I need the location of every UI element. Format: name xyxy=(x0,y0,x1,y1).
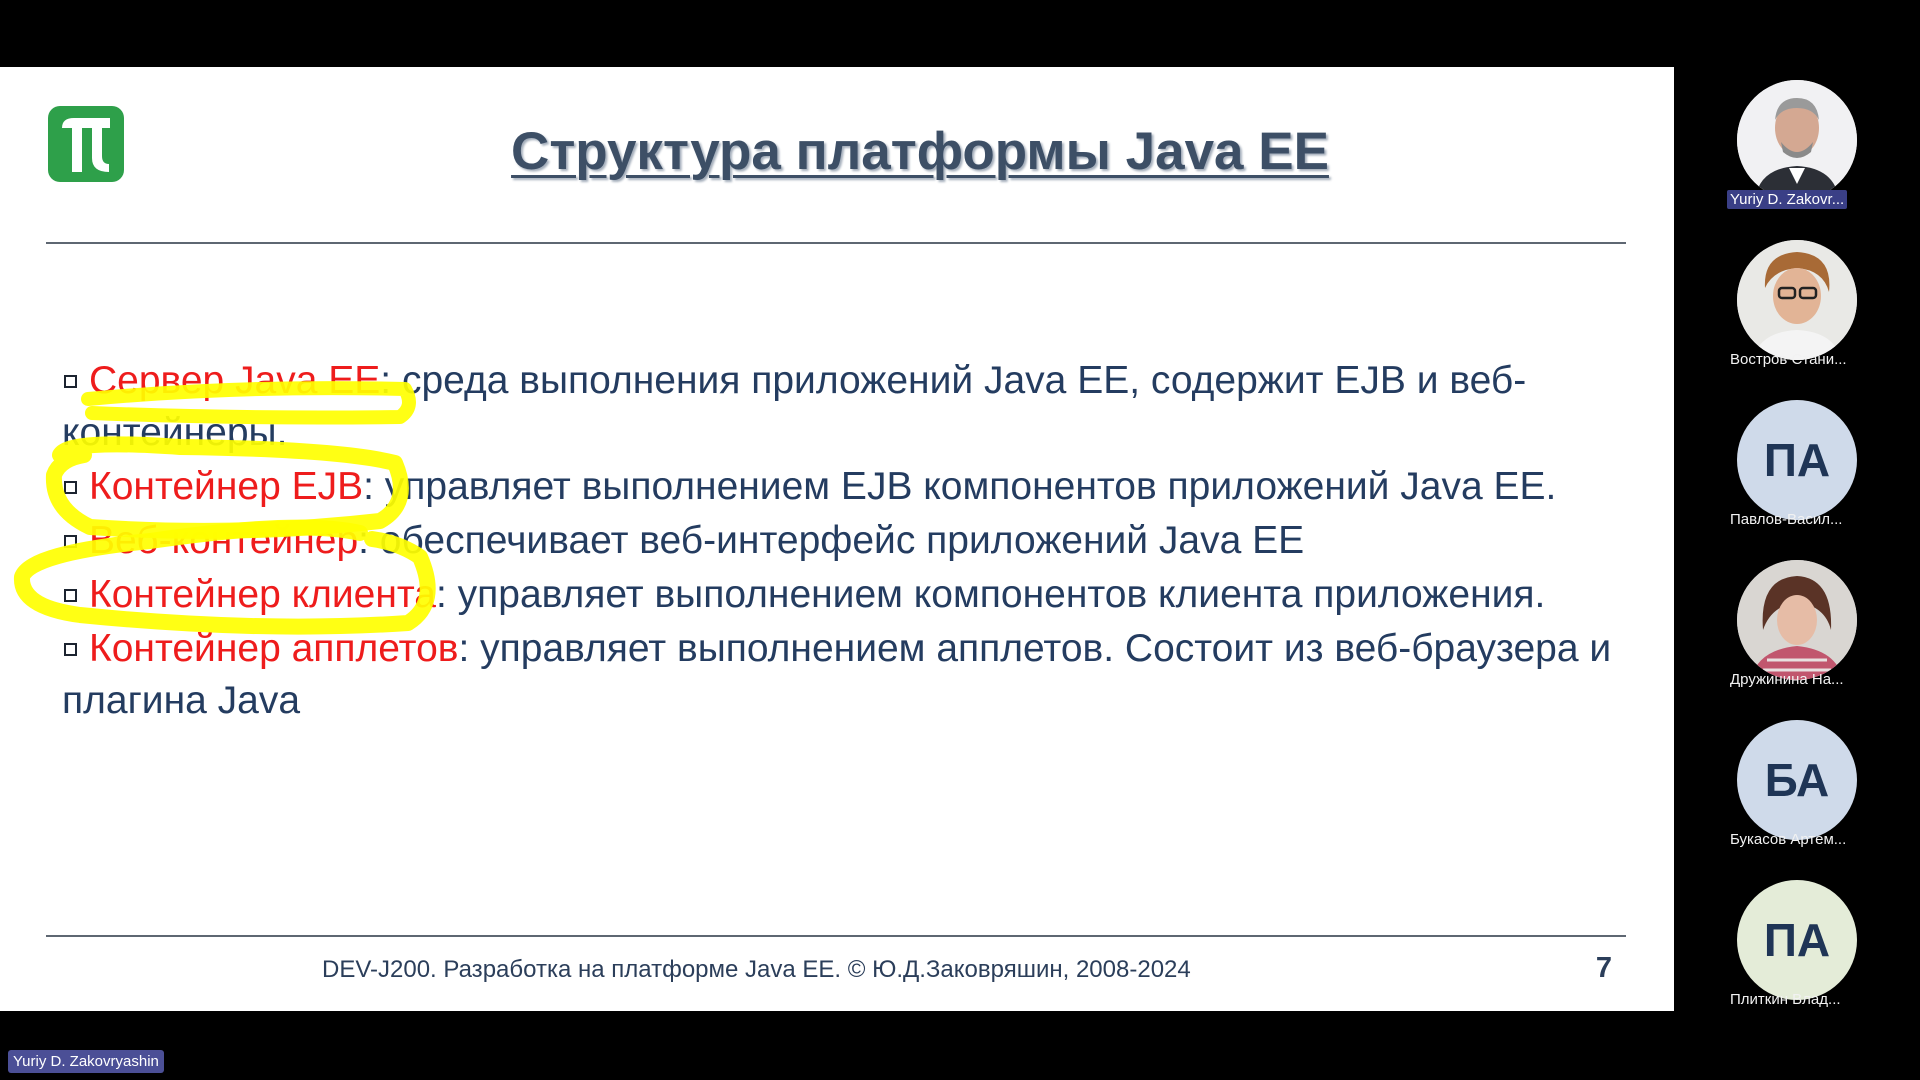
bullet-term: Сервер Java EE xyxy=(89,359,381,402)
participant-tile[interactable]: ПА Плиткин Влад... xyxy=(1700,880,1896,1030)
avatar: ПА xyxy=(1737,880,1857,1000)
square-bullet-icon xyxy=(64,643,77,657)
participant-name: Yuriy D. Zakovr... xyxy=(1727,190,1848,209)
bullet-term: Контейнер клиента xyxy=(89,573,436,616)
participant-name: Дружинина На... xyxy=(1730,671,1844,688)
bottom-divider xyxy=(46,935,1626,937)
bullet-item: Веб-контейнер: обеспечивает веб-интерфей… xyxy=(62,515,1622,567)
presenter-name-label: Yuriy D. Zakovryashin xyxy=(8,1050,164,1073)
page-number: 7 xyxy=(1595,952,1612,984)
bullet-text: : управляет выполнением EJB компонентов … xyxy=(363,465,1557,508)
bullet-term: Контейнер EJB xyxy=(89,465,364,508)
participant-tile[interactable]: Yuriy D. Zakovr... xyxy=(1700,80,1896,230)
bullet-item: Контейнер апплетов: управляет выполнение… xyxy=(62,623,1622,727)
logo-icon xyxy=(48,106,124,182)
participant-tile[interactable]: БА Букасов Артем... xyxy=(1700,720,1896,870)
avatar: ПА xyxy=(1737,400,1857,520)
participant-name: Плиткин Влад... xyxy=(1730,991,1841,1008)
participant-tile[interactable]: ПА Павлов-Васил... xyxy=(1700,400,1896,550)
participant-name: Востров Стани... xyxy=(1730,351,1847,368)
square-bullet-icon xyxy=(64,375,77,389)
bullet-list: Сервер Java EE: среда выполнения приложе… xyxy=(62,355,1622,727)
bullet-item: Сервер Java EE: среда выполнения приложе… xyxy=(62,355,1622,459)
square-bullet-icon xyxy=(64,535,77,549)
square-bullet-icon xyxy=(64,481,77,495)
slide-footer: DEV-J200. Разработка на платформе Java E… xyxy=(322,956,1191,983)
bullet-text: : управляет выполнением компонентов клие… xyxy=(435,573,1546,616)
shared-slide: Структура платформы Java EE Сервер Java … xyxy=(0,67,1674,1011)
square-bullet-icon xyxy=(64,589,77,603)
avatar xyxy=(1737,240,1857,360)
avatar xyxy=(1737,80,1857,200)
participant-name: Павлов-Васил... xyxy=(1730,511,1843,528)
participant-tile[interactable]: Дружинина На... xyxy=(1700,560,1896,710)
participant-tile[interactable]: Востров Стани... xyxy=(1700,240,1896,390)
bullet-item: Контейнер клиента: управляет выполнением… xyxy=(62,569,1622,621)
avatar xyxy=(1737,560,1857,680)
slide-title: Структура платформы Java EE xyxy=(511,122,1329,181)
bullet-term: Контейнер апплетов xyxy=(89,627,459,670)
bullet-term: Веб-контейнер xyxy=(89,519,359,562)
participant-name: Букасов Артем... xyxy=(1730,831,1847,848)
bullet-text: : обеспечивает веб-интерфейс приложений … xyxy=(358,519,1305,562)
bullet-item: Контейнер EJB: управляет выполнением EJB… xyxy=(62,461,1622,513)
avatar: БА xyxy=(1737,720,1857,840)
top-divider xyxy=(46,242,1626,244)
